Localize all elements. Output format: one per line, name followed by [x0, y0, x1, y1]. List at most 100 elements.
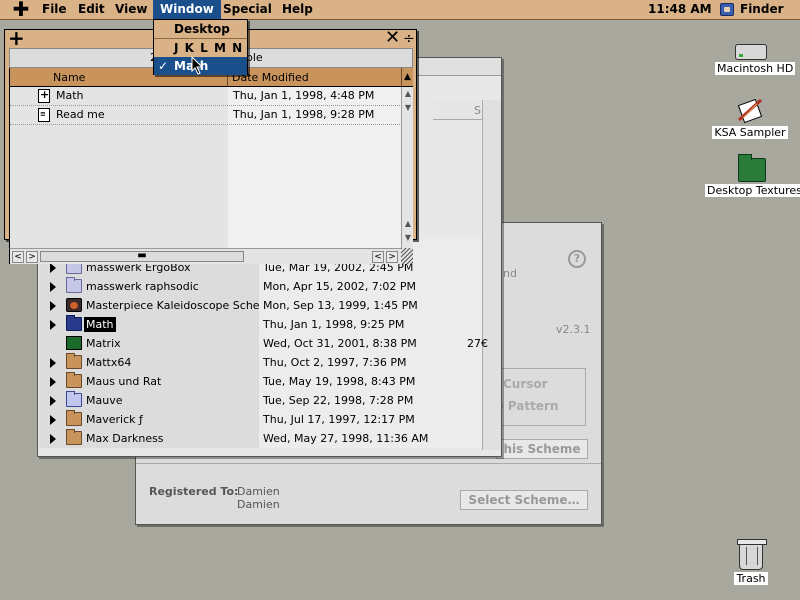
control-panel-text-fragment: nd — [503, 267, 517, 280]
desktop-icon-ksa-sampler[interactable]: KSA Sampler — [712, 96, 788, 139]
date-cell: Wed, Oct 31, 2001, 8:38 PM 27€ — [259, 334, 488, 353]
window-plus-icon[interactable]: + — [8, 28, 25, 48]
application-menu[interactable]: Finder — [740, 0, 784, 19]
disclosure-triangle-icon[interactable] — [50, 358, 56, 368]
scroll-down-arrow-icon[interactable]: ▼ — [402, 233, 414, 245]
desktop-icon-label: Macintosh HD — [715, 62, 796, 75]
disclosure-triangle-icon[interactable] — [50, 263, 56, 273]
file-list: + Math Thu, Jan 1, 1998, 4:48 PM ≡ Read … — [9, 87, 402, 248]
date-cell: Thu, Jan 1, 1998, 9:25 PM — [259, 315, 482, 334]
horizontal-scrollbar[interactable]: < > ▬ < > — [9, 248, 401, 264]
trash-icon — [737, 539, 767, 570]
scroll-up-arrow-icon[interactable]: ▲ — [402, 89, 414, 101]
item-date: Thu, Jan 1, 1998, 9:25 PM — [263, 318, 405, 331]
size-column-header[interactable]: S — [474, 104, 481, 117]
sort-direction-icon[interactable]: ▲ — [401, 68, 413, 87]
disclosure-triangle-icon[interactable] — [50, 415, 56, 425]
name-cell: Mauve — [39, 391, 259, 410]
table-row[interactable]: Maus und Rat Tue, May 19, 1998, 8:43 PM — [39, 372, 482, 391]
file-name: Math — [56, 89, 84, 102]
cursor-label: Cursor — [503, 377, 548, 391]
table-row[interactable]: Maverick ƒ Thu, Jul 17, 1997, 12:17 PM — [39, 410, 482, 429]
scroll-down-arrow-icon[interactable]: ▼ — [402, 103, 414, 115]
disclosure-triangle-icon[interactable] — [50, 320, 56, 330]
item-name: masswerk raphsodic — [86, 280, 199, 293]
name-cell: Math — [39, 315, 259, 334]
desktop-icon-trash[interactable]: Trash — [727, 539, 775, 585]
item-name: Mattx64 — [86, 356, 132, 369]
table-row[interactable]: Math Thu, Jan 1, 1998, 9:25 PM — [39, 315, 482, 334]
menu-item-desktop[interactable]: Desktop — [154, 20, 247, 38]
date-cell: Wed, May 27, 1998, 11:36 AM — [259, 429, 482, 448]
apple-menu-icon[interactable]: ✚ — [12, 0, 30, 19]
pattern-label: p Pattern — [495, 399, 559, 413]
vertical-scrollbar[interactable] — [482, 100, 501, 450]
scroll-left-arrow-icon[interactable]: < — [12, 251, 24, 263]
item-date: Thu, Jul 17, 1997, 12:17 PM — [263, 413, 415, 426]
table-row[interactable]: Masterpiece Kaleidoscope Scheme Mon, Sep … — [39, 296, 482, 315]
item-date: Tue, May 19, 1998, 8:43 PM — [263, 375, 416, 388]
disclosure-triangle-icon[interactable] — [50, 301, 56, 311]
desktop-icon-desktop-textures[interactable]: Desktop Textures — [705, 154, 800, 197]
menu-clock[interactable]: 11:48 AM — [648, 0, 712, 19]
grow-box[interactable] — [401, 248, 413, 264]
item-date: Mon, Sep 13, 1999, 1:45 PM — [263, 299, 418, 312]
desktop-icon-label: Trash — [734, 572, 768, 585]
scroll-right-arrow-icon[interactable]: > — [386, 251, 398, 263]
disclosure-triangle-icon[interactable] — [50, 434, 56, 444]
select-scheme-button[interactable]: Select Scheme… — [460, 490, 588, 510]
scroll-left-arrow-icon[interactable]: < — [372, 251, 384, 263]
table-row[interactable]: Mattx64 Thu, Oct 2, 1997, 7:36 PM — [39, 353, 482, 372]
registered-name: Damien — [237, 485, 280, 498]
menu-item-jklmno[interactable]: J K L M N O — [154, 39, 247, 73]
zoom-icon[interactable]: ÷ — [403, 30, 415, 48]
menu-window[interactable]: Window — [153, 0, 221, 19]
date-cell: Mon, Apr 15, 2002, 7:02 PM — [259, 277, 482, 296]
date-cell: Tue, Sep 22, 1998, 7:28 PM — [259, 391, 482, 410]
item-size: 27€ — [467, 337, 488, 350]
menu-help[interactable]: Help — [275, 0, 320, 19]
apply-scheme-button[interactable]: his Scheme — [496, 439, 588, 459]
menu-bar: ✚ File Edit View Window Special Help 11:… — [0, 0, 800, 20]
disclosure-triangle-icon[interactable] — [50, 377, 56, 387]
item-date: Thu, Oct 2, 1997, 7:36 PM — [263, 356, 407, 369]
list-item[interactable]: + Math Thu, Jan 1, 1998, 4:48 PM — [10, 87, 402, 106]
menu-file[interactable]: File — [35, 0, 74, 19]
desktop-icon-macintosh-hd[interactable]: Macintosh HD — [715, 44, 796, 75]
item-date: Tue, Sep 22, 1998, 7:28 PM — [263, 394, 414, 407]
table-row[interactable]: masswerk raphsodic Mon, Apr 15, 2002, 7:0… — [39, 277, 482, 296]
menu-view[interactable]: View — [108, 0, 154, 19]
item-name: Masterpiece Kaleidoscope Scheme — [86, 299, 278, 312]
disclosure-triangle-icon[interactable] — [50, 396, 56, 406]
desktop-icon-label: KSA Sampler — [712, 126, 788, 139]
item-date: Wed, Oct 31, 2001, 8:38 PM — [263, 337, 417, 350]
help-button[interactable]: ? — [568, 250, 586, 268]
item-date: Mon, Apr 15, 2002, 7:02 PM — [263, 280, 417, 293]
folder-icon — [66, 315, 82, 331]
table-row[interactable]: Max Darkness Wed, May 27, 1998, 11:36 AM — [39, 429, 482, 448]
table-row[interactable]: Matrix Wed, Oct 31, 2001, 8:38 PM 27€ — [39, 334, 488, 353]
scroll-right-arrow-icon[interactable]: > — [26, 251, 38, 263]
scroll-thumb[interactable]: ▬ — [40, 251, 244, 262]
folder-icon — [66, 410, 82, 426]
disclosure-triangle-icon[interactable] — [50, 282, 56, 292]
table-row[interactable]: Mauve Tue, Sep 22, 1998, 7:28 PM — [39, 391, 482, 410]
date-cell: Mon, Sep 13, 1999, 1:45 PM — [259, 296, 482, 315]
vertical-scrollbar[interactable]: ▲ ▼ ▲ ▼ — [401, 87, 413, 248]
ksa-sampler-icon — [735, 96, 765, 124]
list-item[interactable]: ≡ Read me Thu, Jan 1, 1998, 9:28 PM — [10, 106, 402, 125]
text-document-icon: ≡ — [38, 108, 50, 122]
file-date: Thu, Jan 1, 1998, 9:28 PM — [233, 108, 375, 121]
item-name: Maverick ƒ — [86, 413, 143, 426]
column-header-date-modified[interactable]: Date Modified — [228, 68, 401, 87]
folder-icon — [738, 154, 766, 182]
scroll-up-arrow-icon[interactable]: ▲ — [402, 219, 414, 231]
checkmark-icon: ✓ — [158, 59, 169, 73]
item-name: Mauve — [86, 394, 123, 407]
menu-edit[interactable]: Edit — [71, 0, 112, 19]
folder-icon — [66, 372, 82, 388]
finder-icon[interactable] — [720, 3, 734, 16]
folder-icon — [66, 353, 82, 369]
menu-special[interactable]: Special — [216, 0, 279, 19]
close-icon[interactable]: ✕ — [385, 29, 400, 47]
